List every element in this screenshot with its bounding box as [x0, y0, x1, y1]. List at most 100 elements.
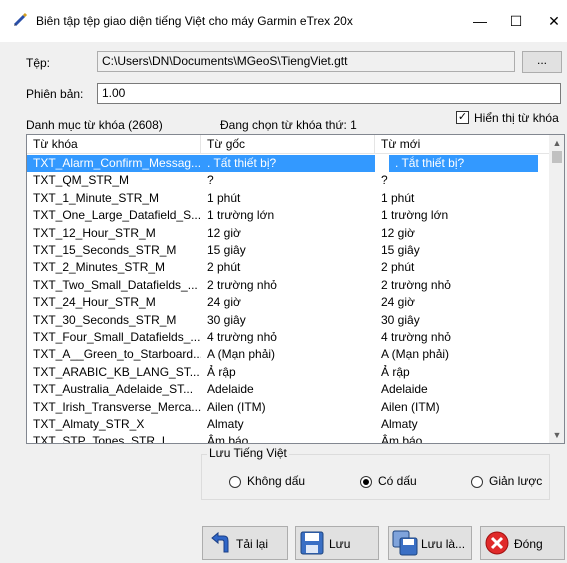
save-mode-legend: Lưu Tiếng Việt — [207, 446, 289, 460]
table-row[interactable]: TXT_STP_Tones_STR_I Âm báo Âm báo — [27, 433, 550, 444]
scroll-down-icon[interactable]: ▼ — [549, 427, 564, 443]
pen-icon — [13, 12, 28, 27]
new-cell: ? — [381, 173, 388, 188]
table-row[interactable]: TXT_ARABIC_KB_LANG_ST... Ả rập Ả rập — [27, 364, 550, 381]
save-as-disks-icon — [392, 530, 418, 556]
table-row[interactable]: TXT_Two_Small_Datafields_... 2 trường nhỏ… — [27, 277, 550, 294]
keyword-cell: TXT_Almaty_STR_X — [33, 417, 145, 431]
window-title: Biên tập tệp giao diện tiếng Việt cho má… — [36, 14, 353, 28]
table-row[interactable]: TXT_2_Minutes_STR_M 2 phút 2 phút — [27, 259, 550, 276]
keyword-cell: TXT_15_Seconds_STR_M — [33, 243, 177, 257]
keyword-cell: TXT_QM_STR_M — [33, 173, 130, 188]
catalog-count: Danh mục từ khóa (2608) — [26, 118, 163, 132]
table-row[interactable]: TXT_1_Minute_STR_M 1 phút 1 phút — [27, 190, 550, 207]
version-label: Phiên bản: — [26, 87, 84, 101]
browse-button[interactable]: ... — [522, 51, 562, 73]
show-keys-checkbox[interactable]: ✓ — [456, 111, 469, 124]
keyword-cell: TXT_2_Minutes_STR_M — [33, 260, 166, 275]
reload-button[interactable]: Tải lại — [202, 526, 288, 560]
keyword-cell: TXT_30_Seconds_STR_M — [33, 312, 177, 327]
scroll-thumb[interactable] — [552, 151, 562, 163]
version-input[interactable]: 1.00 — [97, 83, 561, 104]
table-row[interactable]: TXT_Four_Small_Datafields_... 4 trường nh… — [27, 329, 550, 346]
original-cell: Âm báo — [207, 434, 249, 444]
table-row[interactable]: TXT_Almaty_STR_X Almaty Almaty — [27, 416, 550, 433]
header-original[interactable]: Từ gốc — [201, 135, 375, 154]
save-button[interactable]: Lưu — [295, 526, 379, 560]
editor-window: Biên tập tệp giao diện tiếng Việt cho má… — [0, 0, 567, 563]
file-path-field[interactable]: C:\Users\DN\Documents\MGeoS\TiengViet.gt… — [97, 51, 515, 72]
original-cell: Adelaide — [207, 382, 254, 397]
table-row[interactable]: TXT_Irish_Transverse_Merca... Ailen (ITM)… — [27, 399, 550, 416]
new-cell: 1 phút — [381, 190, 415, 205]
new-cell: 1 trường lớn — [381, 208, 449, 223]
keyword-cell: TXT_Australia_Adelaide_ST... — [33, 382, 194, 397]
original-cell: 4 trường nhỏ — [207, 330, 277, 344]
original-cell: 30 giây — [207, 312, 246, 327]
file-label: Tệp: — [26, 56, 51, 70]
maximize-button[interactable]: ☐ — [498, 8, 534, 34]
table-row[interactable]: TXT_One_Large_Datafield_S... 1 trường lớn… — [27, 207, 550, 224]
minimize-button[interactable]: — — [462, 8, 498, 34]
scroll-up-icon[interactable]: ▲ — [549, 135, 564, 151]
new-cell: 4 trường nhỏ — [381, 330, 451, 344]
keyword-cell: TXT_Four_Small_Datafields_... — [33, 330, 201, 344]
new-cell: 15 giây — [381, 243, 420, 257]
close-button[interactable]: Đóng — [480, 526, 565, 560]
table-row[interactable]: TXT_QM_STR_M?? — [27, 172, 550, 189]
keyword-cell: TXT_Irish_Transverse_Merca... — [33, 399, 201, 414]
original-cell: Ailen (ITM) — [207, 399, 266, 414]
radio-co-dau[interactable] — [360, 476, 372, 488]
original-cell: A (Mạn phải) — [207, 347, 276, 362]
new-cell: 2 trường nhỏ — [381, 277, 451, 292]
original-cell: 2 phút — [207, 260, 241, 275]
radio-khong-dau-label[interactable]: Không dấu — [247, 474, 305, 488]
new-cell: 24 giờ — [381, 295, 415, 310]
radio-co-dau-label[interactable]: Có dấu — [378, 474, 417, 488]
keyword-cell: TXT_Alarm_Confirm_Messag... — [27, 155, 201, 172]
close-label: Đóng — [514, 537, 543, 551]
save-as-label: Lưu là... — [421, 537, 466, 551]
title-bar: Biên tập tệp giao diện tiếng Việt cho má… — [0, 0, 567, 42]
table-row[interactable]: TXT_Australia_Adelaide_ST... Adelaide Adel… — [27, 381, 550, 398]
keyword-cell: TXT_24_Hour_STR_M — [33, 295, 156, 310]
radio-gian-luoc-label[interactable]: Giản lược — [489, 474, 542, 488]
original-cell: 24 giờ — [207, 295, 241, 310]
radio-khong-dau[interactable] — [229, 476, 241, 488]
reload-label: Tải lại — [236, 537, 269, 551]
show-keys-label: Hiển thị từ khóa — [474, 111, 559, 125]
table-row[interactable]: TXT_30_Seconds_STR_M 30 giây 30 giây — [27, 312, 550, 329]
original-cell: ? — [207, 173, 214, 188]
table-row[interactable]: TXT_Alarm_Confirm_Messag.... Tất thiết b… — [27, 155, 550, 172]
new-cell: A (Mạn phải) — [381, 347, 450, 362]
keyword-cell: TXT_12_Hour_STR_M — [33, 225, 156, 240]
new-cell: Adelaide — [381, 382, 428, 397]
keyword-cell: TXT_STP_Tones_STR_I — [33, 434, 166, 444]
new-cell: Âm báo — [381, 434, 423, 444]
new-cell: . Tắt thiết bị? — [389, 155, 538, 172]
table-row[interactable]: TXT_A__Green_to_Starboard... A (Mạn phải)… — [27, 346, 550, 363]
close-window-button[interactable]: ✕ — [536, 8, 567, 34]
table-row[interactable]: TXT_12_Hour_STR_M 12 giờ 12 giờ — [27, 225, 550, 242]
original-cell: 2 trường nhỏ — [207, 277, 277, 292]
table-row[interactable]: TXT_15_Seconds_STR_M 15 giây 15 giây — [27, 242, 550, 259]
table-row[interactable]: TXT_24_Hour_STR_M 24 giờ 24 giờ — [27, 294, 550, 311]
new-cell: 2 phút — [381, 260, 415, 275]
selected-index-text: Đang chọn từ khóa thứ: 1 — [220, 118, 357, 132]
keyword-cell: TXT_A__Green_to_Starboard... — [33, 347, 201, 362]
keyword-list[interactable]: Từ khóa Từ gốc Từ mới TXT_Alarm_Confirm_… — [26, 134, 565, 444]
new-cell: Ailen (ITM) — [381, 399, 440, 414]
vertical-scrollbar[interactable]: ▲ ▼ — [549, 135, 564, 443]
radio-gian-luoc[interactable] — [471, 476, 483, 488]
new-cell: Ả rập — [381, 364, 410, 379]
save-mode-group: Lưu Tiếng Việt Không dấu Có dấu Giản lượ… — [201, 446, 550, 500]
list-header: Từ khóa Từ gốc Từ mới — [27, 135, 550, 154]
save-as-button[interactable]: Lưu là... — [388, 526, 472, 560]
header-keyword[interactable]: Từ khóa — [27, 135, 201, 154]
keyword-cell: TXT_One_Large_Datafield_S... — [33, 208, 201, 223]
original-cell: 1 phút — [207, 190, 241, 205]
original-cell: Ả rập — [207, 364, 236, 379]
keyword-cell: TXT_1_Minute_STR_M — [33, 190, 160, 205]
header-new[interactable]: Từ mới — [375, 135, 550, 154]
new-cell: 12 giờ — [381, 225, 415, 240]
